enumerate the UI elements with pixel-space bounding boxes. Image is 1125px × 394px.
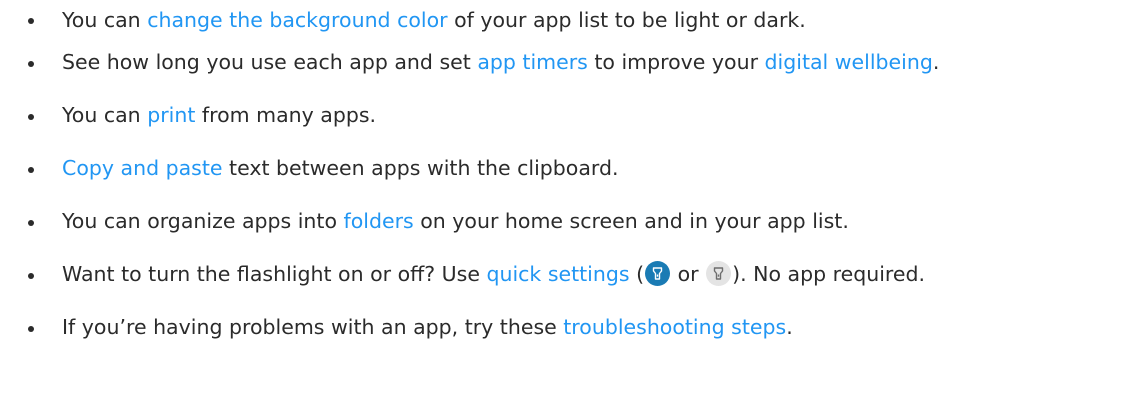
tip-text-before: Want to turn the flashlight on or off? U…: [62, 262, 487, 286]
tip-text-after: on your home screen and in your app list…: [413, 209, 849, 233]
tip-text-before: If you’re having problems with an app, t…: [62, 315, 564, 339]
tip-text: You can organize apps into folders on yo…: [62, 201, 849, 241]
folders-link[interactable]: folders: [344, 209, 414, 233]
quick-settings-link[interactable]: quick settings: [486, 262, 629, 286]
tip-item-app-timers: See how long you use each app and set ap…: [0, 42, 1125, 95]
tip-text: Copy and paste text between apps with th…: [62, 148, 619, 188]
tip-text-before: See how long you use each app and set: [62, 50, 478, 74]
tip-text: See how long you use each app and set ap…: [62, 42, 939, 82]
tip-item-background-color: You can change the background color of y…: [0, 0, 1125, 42]
bullet: [28, 61, 34, 67]
bullet: [28, 167, 34, 173]
change-background-color-link[interactable]: change the background color: [147, 8, 447, 32]
tip-text-paren-open: (: [629, 262, 645, 286]
tip-text-after: .: [786, 315, 793, 339]
tip-text-middle: to improve your: [587, 50, 765, 74]
tip-text-after: .: [932, 50, 940, 74]
tip-text-after: from many apps.: [195, 103, 377, 127]
troubleshooting-steps-link[interactable]: troubleshooting steps: [563, 315, 786, 339]
tip-text: You can print from many apps.: [62, 95, 376, 135]
tip-item-troubleshooting: If you’re having problems with an app, t…: [0, 307, 1125, 360]
tip-text-after: of your app list to be light or dark.: [447, 8, 806, 32]
tip-text-after: text between apps with the clipboard.: [222, 156, 619, 180]
app-timers-link[interactable]: app timers: [477, 50, 588, 74]
bullet: [28, 18, 34, 24]
copy-and-paste-link[interactable]: Copy and paste: [62, 156, 223, 180]
tip-text: Want to turn the flashlight on or off? U…: [62, 254, 925, 294]
tips-list: You can change the background color of y…: [0, 0, 1125, 360]
bullet: [28, 326, 34, 332]
bullet: [28, 220, 34, 226]
tip-text: If you’re having problems with an app, t…: [62, 307, 793, 347]
tip-item-print: You can print from many apps.: [0, 95, 1125, 148]
tip-item-folders: You can organize apps into folders on yo…: [0, 201, 1125, 254]
tip-item-copy-paste: Copy and paste text between apps with th…: [0, 148, 1125, 201]
print-link[interactable]: print: [147, 103, 195, 127]
digital-wellbeing-link[interactable]: digital wellbeing: [765, 50, 933, 74]
tip-text: You can change the background color of y…: [62, 0, 806, 40]
flashlight-on-icon: [645, 261, 671, 286]
tip-text-paren-close: ). No app required.: [732, 262, 926, 286]
tip-text-before: You can organize apps into: [62, 209, 344, 233]
tip-text-before: You can: [62, 8, 148, 32]
tip-text-before: You can: [62, 103, 148, 127]
bullet: [28, 114, 34, 120]
tip-text-or: or: [671, 262, 706, 286]
tip-item-flashlight: Want to turn the flashlight on or off? U…: [0, 254, 1125, 307]
flashlight-off-icon: [706, 261, 732, 286]
bullet: [28, 273, 34, 279]
